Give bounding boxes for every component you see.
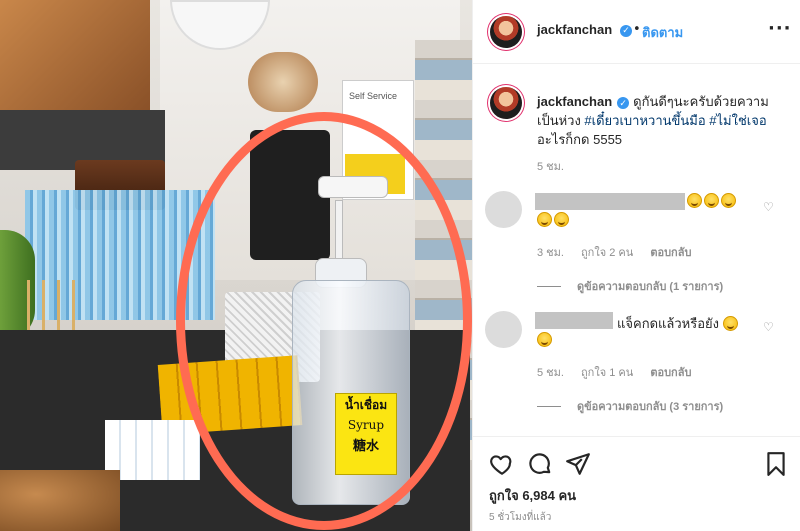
posted-time[interactable]: 5 ชั่วโมงที่แล้ว [489,510,551,525]
post-header: jackfanchan ✓ • ติดตาม ··· [473,0,800,64]
caption-text-end: อะไรก็กด 5555 [537,132,623,147]
comment-bubble-icon[interactable] [527,451,553,477]
more-options-icon[interactable]: ··· [768,18,792,39]
grin-emoji-icon [554,212,569,227]
post-actions: ถูกใจ 6,984 คน 5 ชั่วโมงที่แล้ว [473,436,800,531]
share-paper-plane-icon[interactable] [565,451,591,477]
comment-likes[interactable]: ถูกใจ 1 คน [581,367,633,379]
likes-count[interactable]: ถูกใจ 6,984 คน [489,485,576,506]
comment-likes[interactable]: ถูกใจ 2 คน [581,247,633,259]
like-heart-icon[interactable] [489,451,515,477]
grin-emoji-icon [704,193,719,208]
author-avatar[interactable] [490,16,522,48]
drink-poster [248,52,318,112]
replies-divider-line [537,286,561,287]
caption-author-avatar[interactable] [490,87,522,119]
bakery-display [0,0,150,110]
highlight-circle [176,112,472,530]
comment-time[interactable]: 5 ชม. [537,367,564,379]
comment-meta: 5 ชม. ถูกใจ 1 คน ตอบกลับ [537,363,705,381]
comment-like-heart-icon[interactable]: ♡ [763,201,775,213]
caption-time[interactable]: 5 ชม. [537,157,564,175]
author-username[interactable]: jackfanchan [537,22,612,37]
reply-button[interactable]: ตอบกลับ [650,247,691,259]
comments-section[interactable]: jackfanchan ✓ ดูกันดีๆนะครับด้วยความเป็นห่… [473,65,800,435]
grin-emoji-icon [721,193,736,208]
comment-emojis [687,193,738,208]
grin-emoji-icon [537,212,552,227]
save-bookmark-icon[interactable] [763,451,789,477]
post-caption: jackfanchan ✓ ดูกันดีๆนะครับด้วยความเป็นห่… [537,92,787,149]
bread [0,470,120,531]
comment-time[interactable]: 3 ชม. [537,247,564,259]
caption-username[interactable]: jackfanchan [537,94,612,109]
view-replies-button[interactable]: ดูข้อความตอบกลับ (3 รายการ) [537,397,723,415]
hashtag-link[interactable]: #เดี๋ยวเบาหวานขึ้นมือ [584,113,705,128]
grin-emoji-icon [722,316,738,331]
replies-divider-line [537,406,561,407]
hashtag-link[interactable]: #ไม่ใช่เจอ [709,113,766,128]
caption-verified-badge-icon: ✓ [617,97,630,109]
reply-button[interactable]: ตอบกลับ [650,367,691,379]
comment-emojis-line2 [537,332,554,347]
view-replies-button[interactable]: ดูข้อความตอบกลับ (1 รายการ) [537,277,723,295]
grin-emoji-icon [687,193,702,208]
post-photo[interactable]: Self Service น้ำเชื่อม Syrup 糖水 [0,0,472,531]
comment-like-heart-icon[interactable]: ♡ [763,321,775,333]
verified-badge-icon: ✓ [620,25,632,37]
view-replies-label: ดูข้อความตอบกลับ (1 รายการ) [577,281,724,293]
comment-emojis-line2 [537,212,571,227]
comment-meta: 3 ชม. ถูกใจ 2 คน ตอบกลับ [537,243,705,261]
view-replies-label: ดูข้อความตอบกลับ (3 รายการ) [577,401,724,413]
separator-dot: • [633,22,641,37]
commenter-avatar[interactable] [485,191,522,228]
follow-button[interactable]: ติดตาม [642,22,683,43]
self-service-text: Self Service [349,91,398,101]
grin-emoji-icon [537,332,552,347]
redacted-username [535,193,685,210]
comment-text-row: แจ็คกดแล้วหรือยัง [617,313,740,334]
commenter-avatar[interactable] [485,311,522,348]
comment-text: แจ็คกดแล้วหรือยัง [617,316,719,331]
redacted-username [535,312,613,329]
post-side-panel: jackfanchan ✓ • ติดตาม ··· jackfanchan ✓ ด… [472,0,800,531]
